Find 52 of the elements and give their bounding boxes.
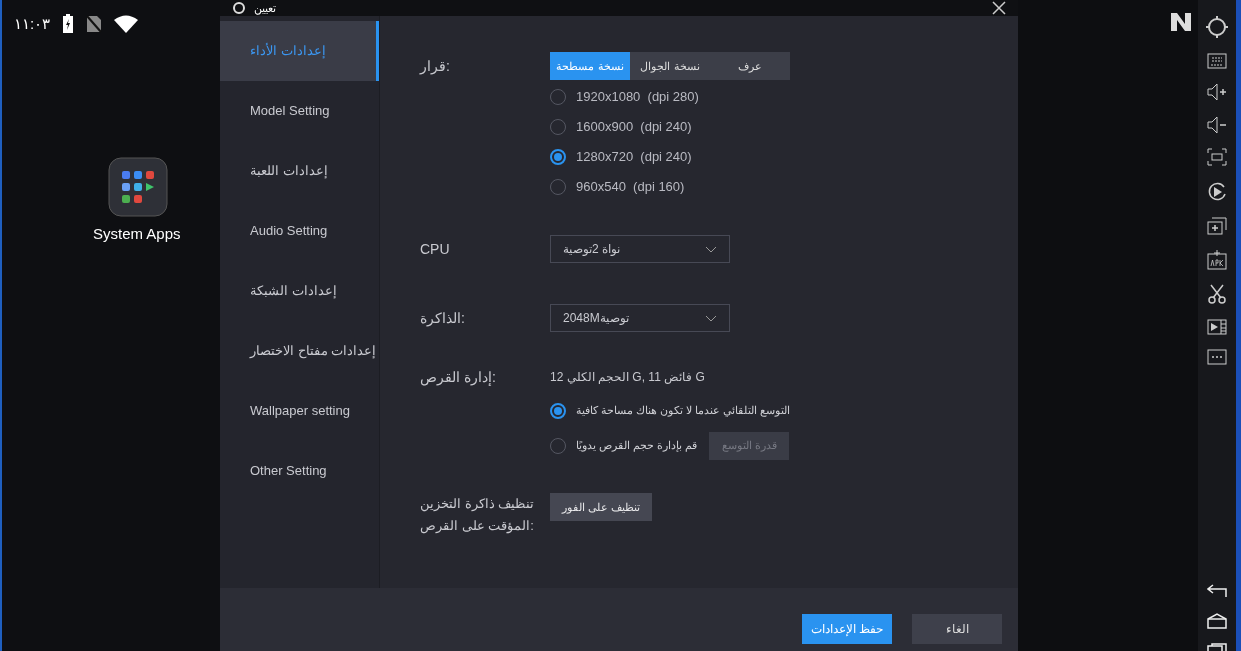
- scissors-icon[interactable]: [1207, 284, 1227, 304]
- n-logo-icon: [1170, 12, 1192, 32]
- close-icon[interactable]: [992, 1, 1006, 15]
- option-label: قم بإدارة حجم القرص يدويًا: [576, 438, 698, 454]
- fullscreen-icon[interactable]: [1207, 148, 1227, 166]
- app-folder-icon[interactable]: [107, 157, 168, 217]
- recent-apps-icon[interactable]: [1207, 643, 1227, 651]
- volume-down-icon[interactable]: [1206, 115, 1228, 134]
- field-label: إدارة القرص:: [420, 367, 497, 388]
- option-label: 1600x900 (dpi 240): [576, 118, 692, 137]
- wifi-icon: [114, 15, 139, 33]
- sidebar-item[interactable]: إعدادات الأداء: [220, 21, 379, 81]
- app-label[interactable]: System Apps: [93, 223, 181, 246]
- window-title: تعيين: [254, 2, 276, 14]
- chevron-down-icon: [705, 314, 717, 322]
- option-label: 1920x1080 (dpi 280): [576, 88, 699, 107]
- play-cycle-icon[interactable]: [1206, 180, 1228, 203]
- more-icon[interactable]: [1207, 349, 1227, 365]
- option-label: 960x540 (dpi 160): [576, 178, 685, 197]
- field-label: الذاكرة:: [420, 308, 466, 329]
- field-label: CPU: [420, 239, 451, 259]
- sidebar-item[interactable]: Wallpaper setting: [220, 381, 379, 441]
- add-window-icon[interactable]: [1207, 217, 1227, 235]
- home-icon[interactable]: [1207, 612, 1227, 629]
- radio-button[interactable]: [550, 402, 566, 419]
- resolution-tab[interactable]: عرف: [710, 52, 790, 80]
- cancel-button[interactable]: الغاء: [912, 614, 1002, 644]
- resolution-tab[interactable]: نسخة الجوال: [630, 52, 710, 80]
- sidebar-item[interactable]: إعدادات الشبكة: [220, 261, 379, 321]
- back-icon[interactable]: [1207, 584, 1227, 598]
- disk-info: 12 الحجم الكلي G, 11 فائض G: [550, 369, 705, 386]
- cpu-dropdown[interactable]: نواة 2توصية: [550, 235, 730, 263]
- keyboard-icon[interactable]: [1207, 52, 1227, 69]
- chevron-down-icon: [705, 245, 717, 253]
- radio-button[interactable]: [550, 149, 566, 165]
- clean-now-button[interactable]: تنظيف على الفور: [550, 493, 653, 521]
- battery-charging-icon: [62, 14, 75, 34]
- no-sim-icon: [86, 15, 103, 33]
- volume-up-icon[interactable]: [1206, 83, 1228, 101]
- sidebar-item[interactable]: Model Setting: [220, 81, 379, 141]
- option-label: التوسع التلقائي عندما لا تكون هناك مساحة كافية: [576, 403, 791, 419]
- sidebar-item[interactable]: Audio Setting: [220, 201, 379, 261]
- field-label: قرار:: [420, 56, 451, 77]
- video-icon[interactable]: [1207, 318, 1227, 335]
- sidebar-item[interactable]: Other Setting: [220, 441, 379, 501]
- field-label: تنظيف ذاكرة التخزين المؤقت على القرص:: [420, 495, 536, 536]
- sidebar-item[interactable]: إعدادات اللعبة: [220, 141, 379, 201]
- status-time: ١١:٠٣: [14, 13, 51, 34]
- option-label: 1280x720 (dpi 240): [576, 148, 692, 167]
- memory-dropdown[interactable]: 2048Mتوصية: [550, 304, 730, 332]
- sidebar-item[interactable]: إعدادات مفتاح الاختصار: [220, 321, 379, 381]
- apk-install-icon[interactable]: [1207, 249, 1227, 270]
